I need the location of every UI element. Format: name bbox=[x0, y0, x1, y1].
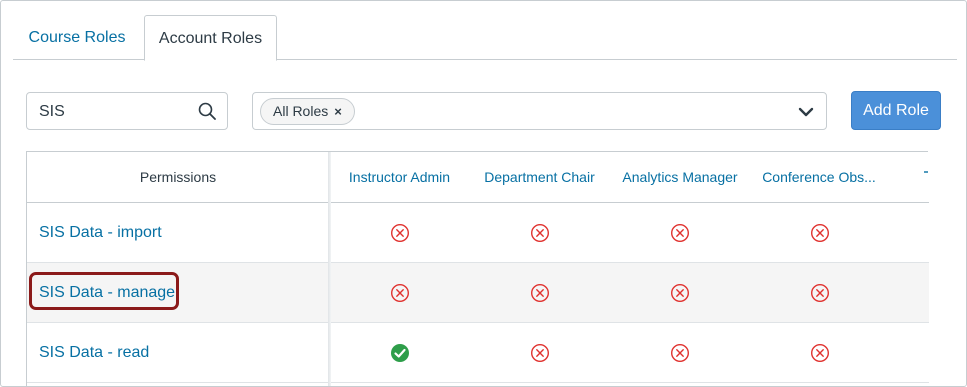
permissions-page: Course Roles Account Roles All Roles × A… bbox=[0, 0, 967, 387]
permission-cell[interactable] bbox=[330, 203, 470, 263]
x-circle-icon bbox=[670, 343, 690, 363]
permission-cell[interactable] bbox=[470, 263, 610, 323]
add-role-button[interactable]: Add Role bbox=[851, 91, 941, 130]
x-circle-icon bbox=[810, 283, 830, 303]
permission-cell[interactable] bbox=[610, 203, 750, 263]
permission-cell[interactable] bbox=[610, 263, 750, 323]
x-circle-icon bbox=[670, 283, 690, 303]
role-header-overflow bbox=[923, 152, 929, 202]
role-header-instructor-admin[interactable]: Instructor Admin bbox=[337, 152, 462, 202]
search-icon[interactable] bbox=[198, 102, 216, 120]
permission-link[interactable]: SIS Data - read bbox=[39, 323, 149, 383]
tab-course-roles[interactable]: Course Roles bbox=[17, 15, 137, 60]
permission-cell[interactable] bbox=[330, 323, 470, 383]
column-divider bbox=[328, 152, 331, 386]
x-circle-icon bbox=[530, 283, 550, 303]
close-icon[interactable]: × bbox=[334, 99, 342, 124]
role-filter-select[interactable]: All Roles × bbox=[252, 92, 827, 130]
search-box bbox=[26, 92, 228, 130]
tab-account-roles[interactable]: Account Roles bbox=[144, 15, 277, 61]
permission-cell[interactable] bbox=[470, 203, 610, 263]
filter-chip-label: All Roles bbox=[273, 103, 329, 119]
role-header-analytics-manager[interactable]: Analytics Manager bbox=[615, 152, 745, 202]
chevron-down-icon[interactable] bbox=[798, 105, 814, 119]
role-header-department-chair[interactable]: Department Chair bbox=[477, 152, 602, 202]
filter-chip-all-roles[interactable]: All Roles × bbox=[260, 98, 355, 125]
permission-cell[interactable] bbox=[750, 203, 890, 263]
table-row: SIS Data - import bbox=[27, 203, 929, 263]
highlight-outline bbox=[29, 272, 179, 310]
permissions-table: Permissions Instructor Admin Department … bbox=[26, 151, 929, 386]
permission-cell[interactable] bbox=[610, 323, 750, 383]
permission-cell[interactable] bbox=[750, 263, 890, 323]
x-circle-icon bbox=[390, 223, 410, 243]
search-input[interactable] bbox=[39, 101, 189, 123]
permission-cell[interactable] bbox=[470, 323, 610, 383]
x-circle-icon bbox=[530, 343, 550, 363]
table-row: SIS Data - read bbox=[27, 323, 929, 383]
x-circle-icon bbox=[810, 343, 830, 363]
role-tabs: Course Roles Account Roles bbox=[13, 15, 957, 61]
role-header-conference-observer[interactable]: Conference Obs... bbox=[755, 152, 883, 202]
x-circle-icon bbox=[530, 223, 550, 243]
x-circle-icon bbox=[670, 223, 690, 243]
check-icon bbox=[391, 344, 409, 362]
permission-cell[interactable] bbox=[330, 263, 470, 323]
permission-cell[interactable] bbox=[750, 323, 890, 383]
permission-link[interactable]: SIS Data - import bbox=[39, 203, 162, 263]
x-circle-icon bbox=[810, 223, 830, 243]
permissions-header: Permissions bbox=[27, 152, 329, 202]
x-circle-icon bbox=[390, 283, 410, 303]
